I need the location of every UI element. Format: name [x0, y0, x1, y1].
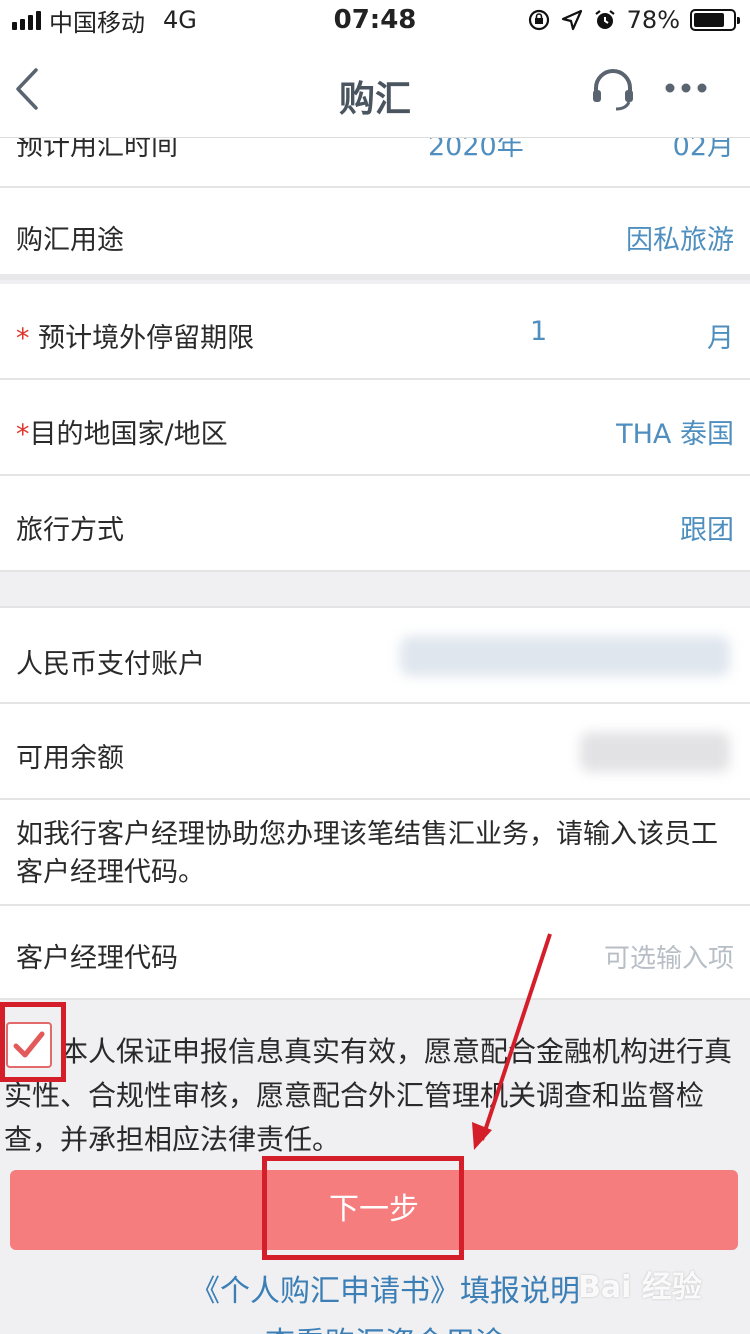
view-fund-purpose-link[interactable]: 查看购汇资金用途 [0, 1318, 750, 1334]
expected-time-label: 预计用汇时间 [16, 138, 178, 162]
status-bar: 中国移动 4G 07:48 78% [0, 0, 750, 40]
destination-row[interactable]: *目的地国家/地区 THA 泰国 [0, 380, 750, 476]
expected-time-year: 2020年 [428, 138, 524, 162]
location-arrow-icon [561, 9, 582, 31]
stay-period-input[interactable]: 1 [530, 316, 547, 347]
required-mark: * [16, 419, 30, 450]
available-balance-value-blurred [580, 732, 730, 772]
travel-mode-label: 旅行方式 [16, 515, 124, 546]
available-balance-label: 可用余额 [16, 743, 124, 774]
manager-code-input[interactable]: 可选输入项 [604, 938, 734, 975]
destination-text: 目的地国家/地区 [29, 419, 228, 450]
required-mark: * [16, 323, 30, 354]
travel-mode-value: 跟团 [680, 515, 734, 546]
more-dots-icon[interactable] [664, 78, 708, 98]
manager-note-row: 如我行客户经理协助您办理该笔结售汇业务，请输入该员工客户经理代码。 [0, 800, 750, 906]
rotation-lock-icon [528, 9, 549, 31]
nav-bar: 购汇 [0, 40, 750, 138]
battery-icon [690, 9, 740, 31]
travel-mode-row[interactable]: 旅行方式 跟团 [0, 476, 750, 572]
expected-time-month: 02月 [672, 138, 734, 162]
battery-percent: 78% [626, 6, 680, 34]
customer-service-headset-icon[interactable] [590, 66, 636, 112]
payment-account-row[interactable]: 人民币支付账户 [0, 606, 750, 704]
available-balance-row: 可用余额 [0, 704, 750, 800]
expected-time-row[interactable]: 预计用汇时间 2020年 02月 [0, 138, 750, 188]
stay-period-row: * 预计境外停留期限 1 月 [0, 284, 750, 380]
manager-note-text: 如我行客户经理协助您办理该笔结售汇业务，请输入该员工客户经理代码。 [16, 819, 718, 888]
agreement-text: 本人保证申报信息真实有效，愿意配合金融机构进行真实性、合规性审核，愿意配合外汇管… [4, 1035, 733, 1156]
manager-code-row: 客户经理代码 可选输入项 [0, 906, 750, 1000]
next-button-highlight-box [262, 1156, 464, 1260]
destination-label: *目的地国家/地区 [16, 412, 228, 451]
baidu-jingyan-watermark: Bai 经验 [578, 1270, 702, 1305]
manager-code-label: 客户经理代码 [16, 943, 178, 974]
destination-value: THA 泰国 [616, 419, 734, 450]
page-title: 购汇 [338, 79, 411, 120]
status-right: 78% [527, 6, 740, 34]
purpose-label: 购汇用途 [16, 225, 124, 256]
stay-period-text: 预计境外停留期限 [38, 323, 255, 354]
stay-period-unit: 月 [707, 323, 734, 354]
stay-period-label: * 预计境外停留期限 [16, 316, 254, 355]
alarm-icon [594, 10, 615, 29]
payment-account-value-blurred [400, 636, 730, 676]
purpose-value: 因私旅游 [626, 225, 734, 256]
checkbox-highlight-box [0, 1002, 66, 1082]
payment-account-label: 人民币支付账户 [16, 649, 205, 680]
purpose-row[interactable]: 购汇用途 因私旅游 [0, 188, 750, 280]
